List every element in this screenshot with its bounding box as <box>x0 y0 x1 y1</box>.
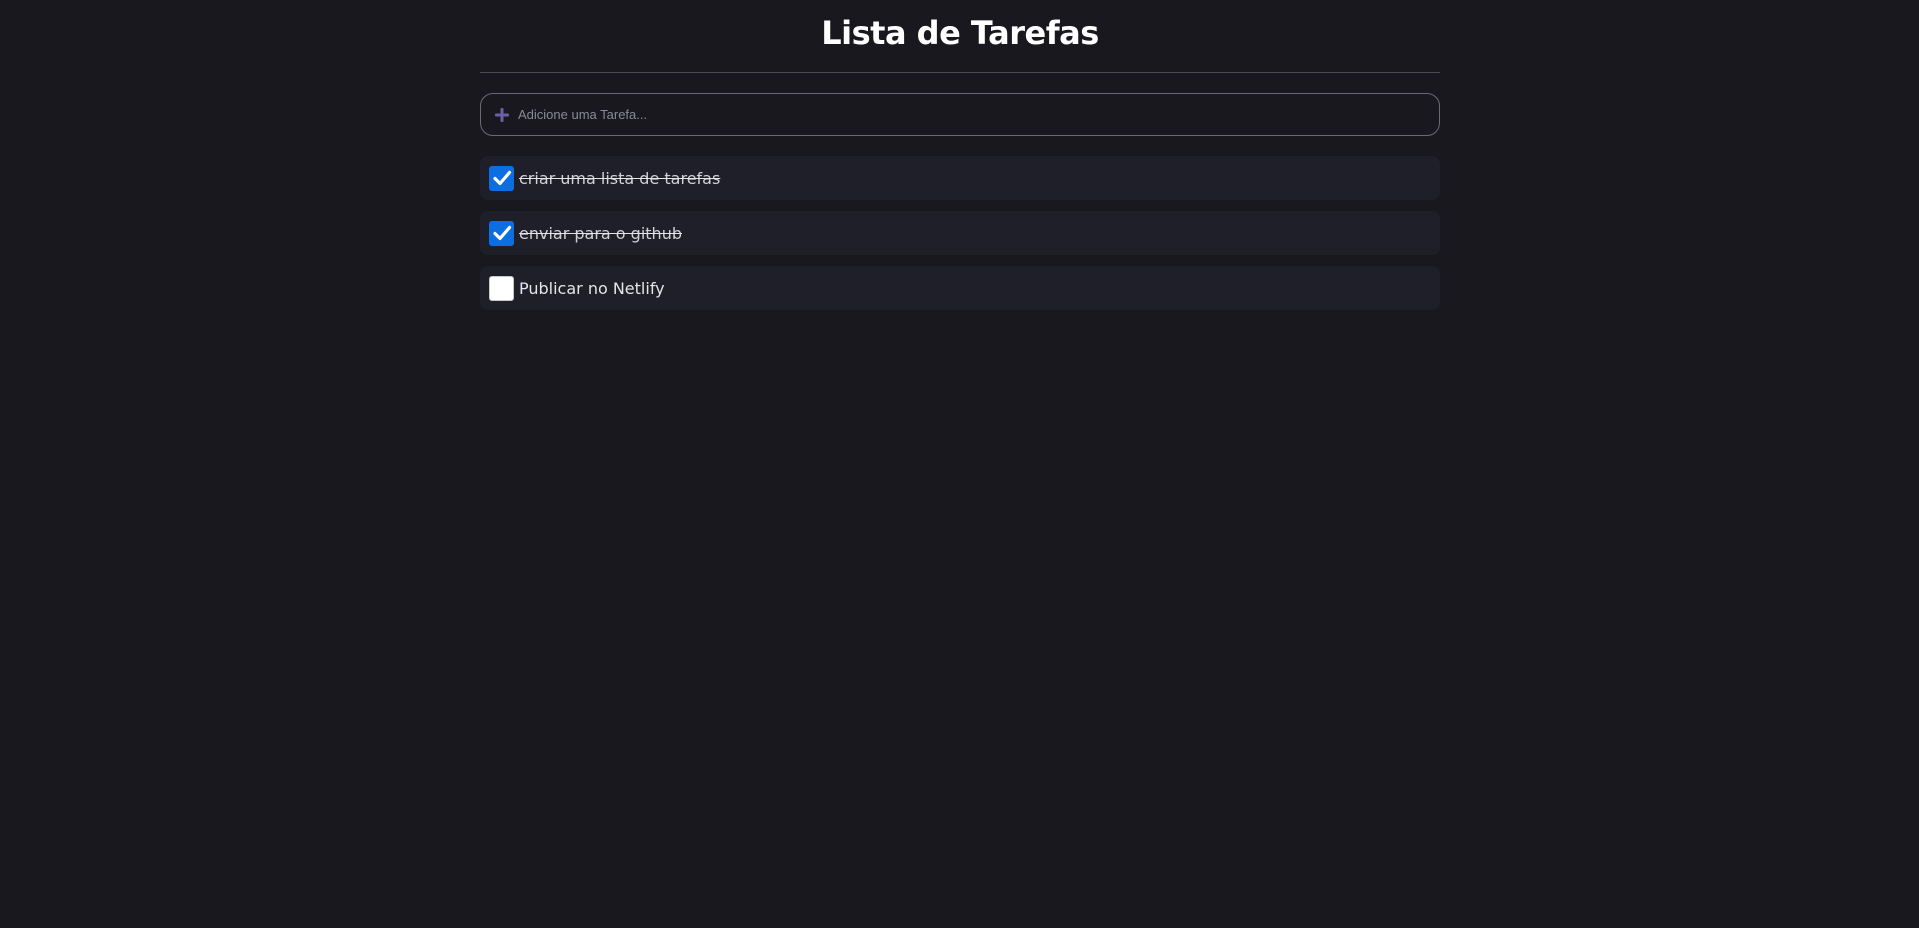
checkmark-icon <box>492 170 511 186</box>
task-checkbox-checked[interactable] <box>489 165 514 191</box>
page-title: Lista de Tarefas <box>821 14 1099 52</box>
header-divider <box>480 72 1440 73</box>
add-task-input[interactable] <box>518 99 1439 130</box>
task-label: enviar para o github <box>519 223 682 243</box>
task-checkbox-unchecked[interactable] <box>489 275 514 301</box>
add-task-form[interactable] <box>480 93 1440 136</box>
checkmark-icon <box>492 225 511 241</box>
task-checkbox-checked[interactable] <box>489 220 514 246</box>
app-root: Lista de Tarefas criar uma lista de tare… <box>0 0 1919 928</box>
todo-container: Lista de Tarefas criar uma lista de tare… <box>480 0 1440 310</box>
task-label: criar uma lista de tarefas <box>519 168 721 188</box>
plus-icon[interactable] <box>494 107 510 123</box>
task-list: criar uma lista de tarefas enviar para o… <box>480 156 1440 321</box>
task-label: Publicar no Netlify <box>519 278 665 298</box>
task-item[interactable]: enviar para o github <box>480 211 1440 255</box>
task-item[interactable]: Publicar no Netlify <box>480 266 1440 310</box>
task-item[interactable]: criar uma lista de tarefas <box>480 156 1440 200</box>
